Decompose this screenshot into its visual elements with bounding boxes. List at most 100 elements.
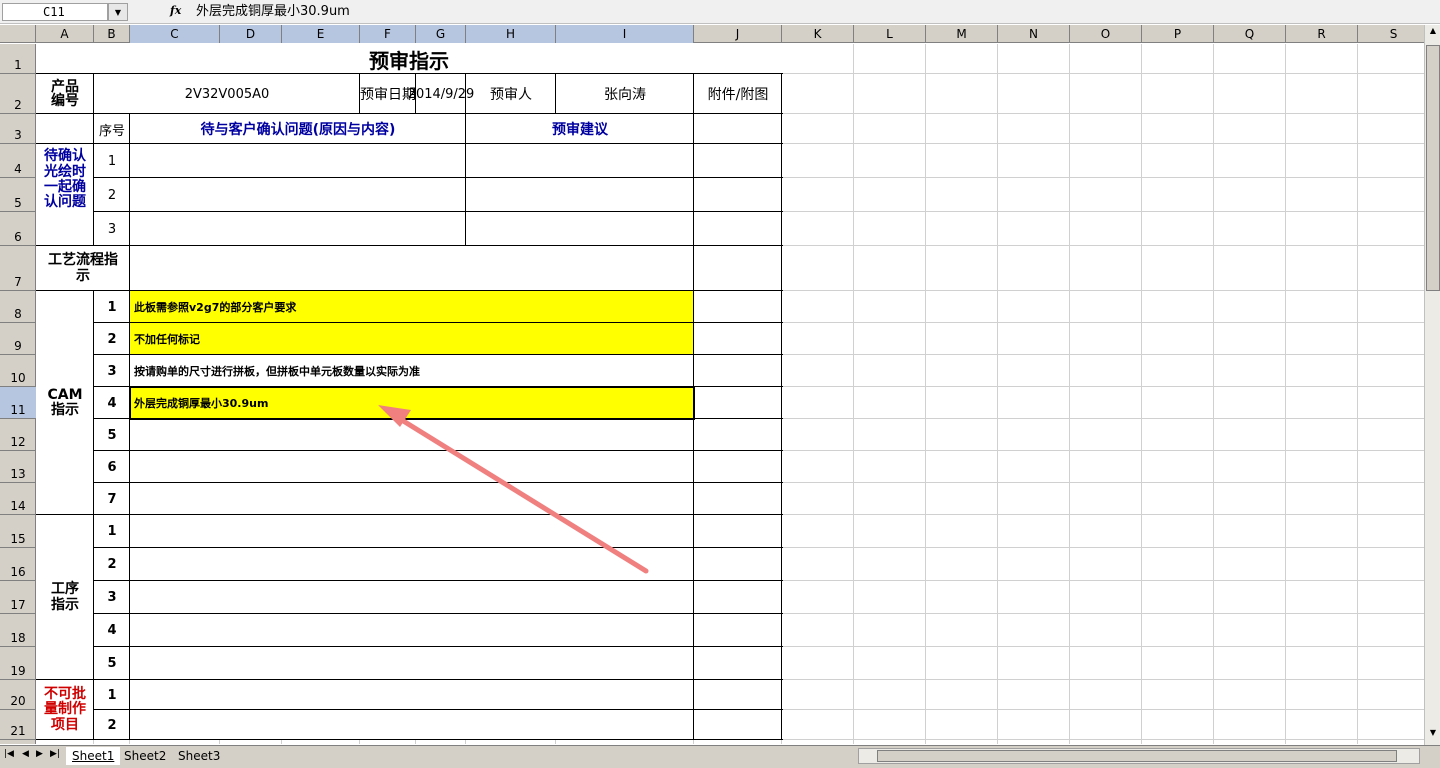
spreadsheet-grid[interactable]: 预审指示 产品编号 2V32V005A0 预审日期 2014/9/29 预审人 张向涛 附件/… [36, 44, 1424, 744]
cam-seq-2[interactable]: 2 [94, 323, 130, 355]
column-header-I[interactable]: I [556, 25, 694, 43]
select-all-corner[interactable] [0, 25, 36, 43]
confirm-seq-3[interactable]: 3 [94, 212, 130, 246]
confirm-seq-2[interactable]: 2 [94, 178, 130, 212]
column-header-Q[interactable]: Q [1214, 25, 1286, 43]
sheet-title[interactable]: 预审指示 [36, 44, 782, 74]
cam-item-1[interactable]: 此板需参照v2g7的部分客户要求 [130, 291, 694, 323]
row-header-16[interactable]: 16 [0, 548, 36, 581]
tab-sheet3[interactable]: Sheet3 [172, 747, 226, 765]
proc-label[interactable]: 工序指示 [36, 515, 94, 680]
column-header-K[interactable]: K [782, 25, 854, 43]
tab-sheet1[interactable]: Sheet1 [66, 747, 121, 765]
row-header-15[interactable]: 15 [0, 515, 36, 548]
proc-seq-3[interactable]: 3 [94, 581, 130, 614]
review-date[interactable]: 2014/9/29 [408, 74, 475, 114]
column-header-N[interactable]: N [998, 25, 1070, 43]
horizontal-scrollbar[interactable] [858, 748, 1420, 764]
row-header-13[interactable]: 13 [0, 451, 36, 483]
nobatch-label[interactable]: 不可批量制作项目 [36, 680, 94, 740]
column-header-R[interactable]: R [1286, 25, 1358, 43]
chevron-down-icon[interactable]: ▼ [108, 3, 128, 21]
cam-seq-1[interactable]: 1 [94, 291, 130, 323]
issue-header[interactable]: 待与客户确认问题(原因与内容) [130, 114, 466, 144]
row-header-5[interactable]: 5 [0, 178, 36, 212]
row-header-20[interactable]: 20 [0, 680, 36, 710]
column-header-C[interactable]: C [130, 25, 220, 43]
scroll-down-icon[interactable]: ▼ [1426, 728, 1440, 744]
column-header-B[interactable]: B [94, 25, 130, 43]
row-header-17[interactable]: 17 [0, 581, 36, 614]
row-header-3[interactable]: 3 [0, 114, 36, 144]
nobatch-seq-1-text: 1 [107, 687, 117, 703]
cam-item-2[interactable]: 不加任何标记 [130, 323, 694, 355]
cam-seq-3[interactable]: 3 [94, 355, 130, 387]
row-header-4[interactable]: 4 [0, 144, 36, 178]
row-header-6[interactable]: 6 [0, 212, 36, 246]
row-header-9[interactable]: 9 [0, 323, 36, 355]
prev-sheet-icon[interactable]: ◀ [22, 749, 29, 759]
column-header-J[interactable]: J [694, 25, 782, 43]
row-header-2[interactable]: 2 [0, 74, 36, 114]
cam-item-6[interactable] [130, 451, 694, 483]
row-header-18[interactable]: 18 [0, 614, 36, 647]
confirm-section-label[interactable]: 待确认光绘时一起确认问题 [36, 114, 94, 246]
column-header-A[interactable]: A [36, 25, 94, 43]
row-header-21[interactable]: 21 [0, 710, 36, 740]
row-header-8[interactable]: 8 [0, 291, 36, 323]
horizontal-scroll-thumb[interactable] [877, 750, 1397, 762]
cam-item-5[interactable] [130, 419, 694, 451]
reviewer-label[interactable]: 预审人 [466, 74, 556, 114]
cam-seq-7[interactable]: 7 [94, 483, 130, 515]
row-header-1[interactable]: 1 [0, 44, 36, 74]
suggestion-header[interactable]: 预审建议 [466, 114, 694, 144]
last-sheet-icon[interactable]: ▶| [50, 749, 60, 759]
column-header-M[interactable]: M [926, 25, 998, 43]
cam-seq-5[interactable]: 5 [94, 419, 130, 451]
tab-sheet2[interactable]: Sheet2 [118, 747, 172, 765]
column-header-F[interactable]: F [360, 25, 416, 43]
cam-label[interactable]: CAM指示 [36, 291, 94, 515]
confirm-seq-1[interactable]: 1 [94, 144, 130, 178]
cam-item-1-text: 此板需参照v2g7的部分客户要求 [134, 301, 297, 314]
process-flow-label[interactable]: 工艺流程指示 [36, 246, 130, 291]
row-header-10[interactable]: 10 [0, 355, 36, 387]
row-header-14[interactable]: 14 [0, 483, 36, 515]
column-header-O[interactable]: O [1070, 25, 1142, 43]
row-header-19[interactable]: 19 [0, 647, 36, 680]
nobatch-seq-2[interactable]: 2 [94, 710, 130, 740]
column-header-L[interactable]: L [854, 25, 926, 43]
fx-icon[interactable]: fx [170, 4, 181, 17]
column-header-S[interactable]: S [1358, 25, 1430, 43]
column-header-H[interactable]: H [466, 25, 556, 43]
row-header-12[interactable]: 12 [0, 419, 36, 451]
attachment-label[interactable]: 附件/附图 [694, 74, 782, 114]
column-header-P[interactable]: P [1142, 25, 1214, 43]
proc-seq-1[interactable]: 1 [94, 515, 130, 548]
proc-seq-4[interactable]: 4 [94, 614, 130, 647]
nobatch-seq-1[interactable]: 1 [94, 680, 130, 710]
first-sheet-icon[interactable]: |◀ [4, 749, 14, 759]
row-header-11[interactable]: 11 [0, 387, 36, 419]
next-sheet-icon[interactable]: ▶ [36, 749, 43, 759]
scroll-up-icon[interactable]: ▲ [1426, 26, 1440, 42]
product-number[interactable]: 2V32V005A0 [94, 74, 360, 114]
cam-seq-6[interactable]: 6 [94, 451, 130, 483]
proc-seq-2[interactable]: 2 [94, 548, 130, 581]
column-header-D[interactable]: D [220, 25, 282, 43]
reviewer-name[interactable]: 张向涛 [556, 74, 694, 114]
cam-seq-2-text: 2 [107, 331, 117, 347]
row-header-7[interactable]: 7 [0, 246, 36, 291]
formula-input[interactable]: 外层完成铜厚最小30.9um [196, 3, 1436, 21]
column-header-G[interactable]: G [416, 25, 466, 43]
vertical-scrollbar[interactable]: ▲ ▼ [1424, 25, 1440, 745]
column-header-E[interactable]: E [282, 25, 360, 43]
cam-seq-4[interactable]: 4 [94, 387, 130, 419]
vertical-scroll-thumb[interactable] [1426, 45, 1440, 291]
proc-seq-5[interactable]: 5 [94, 647, 130, 680]
cam-item-3[interactable]: 按请购单的尺寸进行拼板，但拼板中单元板数量以实际为准 [130, 355, 694, 387]
seq-label[interactable]: 序号 [94, 114, 130, 144]
product-label[interactable]: 产品编号 [36, 74, 94, 114]
cam-item-7[interactable] [130, 483, 694, 515]
name-box[interactable]: C11 [2, 3, 108, 21]
